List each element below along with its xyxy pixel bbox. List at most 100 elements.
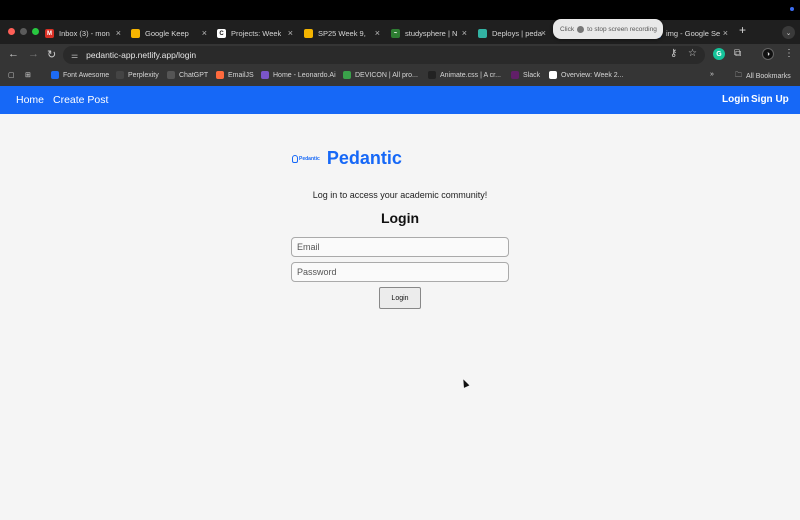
os-menu-bar xyxy=(0,0,800,20)
codepath-icon: C xyxy=(217,29,226,38)
logo-mini-text: Pedantic xyxy=(299,155,320,162)
close-tab-icon[interactable]: × xyxy=(116,28,121,38)
app-navbar: Home Create Post Login Sign Up xyxy=(0,86,800,114)
tab-label: Projects: Week xyxy=(231,29,282,38)
bookmark-label: DEVICON | All pro... xyxy=(355,71,418,79)
apps-grid-icon[interactable]: ⊞ xyxy=(25,71,31,79)
browser-tab[interactable]: Gimg - Google Se× xyxy=(652,23,730,44)
more-bookmarks-icon[interactable]: » xyxy=(710,71,714,78)
tab-label: Deploys | peda xyxy=(492,29,542,38)
status-dot xyxy=(790,7,794,11)
browser-tab[interactable]: Google Keep × xyxy=(131,23,209,44)
bookmark-label: Slack xyxy=(523,71,541,79)
browser-tab[interactable]: Deploys | peda × xyxy=(478,23,548,44)
recording-tip-text: Click xyxy=(560,25,575,33)
maximize-window-button[interactable] xyxy=(32,28,39,35)
password-field[interactable] xyxy=(291,262,509,282)
bookmark-item[interactable]: Animate.css | A cr... xyxy=(428,71,501,79)
login-heading: Login xyxy=(380,210,420,226)
bookmark-item[interactable]: Home - Leonardo.Ai xyxy=(261,71,336,79)
all-bookmarks-label: All Bookmarks xyxy=(746,73,791,80)
perplexity-icon xyxy=(116,71,124,79)
recording-tip-rest: to stop screen recording xyxy=(587,25,657,33)
extensions-puzzle-icon[interactable]: ⧉ xyxy=(734,48,741,59)
bookmark-item[interactable]: Overview: Week 2... xyxy=(549,71,624,79)
profile-avatar[interactable]: ◑ xyxy=(762,48,774,60)
animate-icon xyxy=(428,71,436,79)
close-tab-icon[interactable]: × xyxy=(541,28,546,38)
bookmark-label: EmailJS xyxy=(228,71,254,79)
page-content xyxy=(0,114,800,520)
reload-button[interactable]: ↻ xyxy=(47,48,56,61)
email-field[interactable] xyxy=(291,237,509,257)
tab-label: SP25 Week 9, xyxy=(318,29,366,38)
lightbulb-icon xyxy=(292,154,298,163)
tab-strip: M Inbox (3) - mon × Google Keep × C Projects: … xyxy=(0,20,800,44)
tab-search-button[interactable]: ⌄ xyxy=(782,26,795,39)
all-bookmarks-folder[interactable]: 🗀 All Bookmarks xyxy=(735,71,791,82)
minimize-window-button[interactable] xyxy=(20,28,27,35)
devicon-icon xyxy=(343,71,351,79)
slides-icon xyxy=(304,29,313,38)
browser-menu-icon[interactable]: ⋮ xyxy=(784,48,794,59)
browser-tab[interactable]: SP25 Week 9, × xyxy=(304,23,382,44)
browser-tab[interactable]: C Projects: Week × xyxy=(217,23,295,44)
site-info-icon[interactable]: ⚌ xyxy=(71,51,78,60)
bookmark-item[interactable]: Perplexity xyxy=(116,71,159,79)
bookmark-label: Home - Leonardo.Ai xyxy=(273,71,336,79)
bookmark-item[interactable]: Slack xyxy=(511,71,540,79)
leonardo-icon xyxy=(261,71,269,79)
password-key-icon[interactable]: ⚷ xyxy=(670,48,677,59)
bookmark-label: Font Awesome xyxy=(63,71,110,79)
close-tab-icon[interactable]: × xyxy=(375,28,380,38)
stop-recording-icon xyxy=(577,25,585,33)
browser-tab[interactable]: ~ studysphere | N × xyxy=(391,23,469,44)
close-tab-icon[interactable]: × xyxy=(462,28,467,38)
bookmark-item[interactable]: DEVICON | All pro... xyxy=(343,71,418,79)
grammarly-extension-icon[interactable]: G xyxy=(713,48,725,60)
address-bar[interactable]: ⚌ pedantic-app.netlify.app/login xyxy=(63,46,705,64)
keep-icon xyxy=(131,29,140,38)
tab-label: img - Google Se xyxy=(666,29,721,38)
browser-tab[interactable]: M Inbox (3) - mon × xyxy=(45,23,123,44)
address-row: ← → ↻ ⚌ pedantic-app.netlify.app/login ⚷… xyxy=(0,44,800,66)
brand-name: Pedantic xyxy=(326,148,402,168)
pedantic-logo: Pedantic xyxy=(292,154,320,163)
bookmark-label: ChatGPT xyxy=(179,71,209,79)
folder-icon: 🗀 xyxy=(735,72,742,79)
bookmark-item[interactable]: ChatGPT xyxy=(167,71,208,79)
nav-signup-link[interactable]: Sign Up xyxy=(751,94,789,105)
close-tab-icon[interactable]: × xyxy=(288,28,293,38)
tab-label: Inbox (3) - mon xyxy=(59,29,110,38)
login-subtitle: Log in to access your academic community… xyxy=(312,190,488,200)
bookmark-star-icon[interactable]: ☆ xyxy=(688,48,697,59)
tab-label: studysphere | N xyxy=(405,29,458,38)
leaf-icon: ~ xyxy=(391,29,400,38)
gmail-icon: M xyxy=(45,29,54,38)
nav-create-post-link[interactable]: Create Post xyxy=(53,94,108,106)
close-tab-icon[interactable]: × xyxy=(202,28,207,38)
emailjs-icon xyxy=(216,71,224,79)
slack-icon xyxy=(511,71,519,79)
new-tab-button[interactable]: + xyxy=(739,23,746,37)
nav-login-link[interactable]: Login xyxy=(722,94,749,105)
bookmarks-bar: ▢ ⊞ Font Awesome Perplexity ChatGPT EmailJS… xyxy=(0,66,800,86)
close-tab-icon[interactable]: × xyxy=(723,28,728,38)
screen-recording-tooltip[interactable]: Click to stop screen recording xyxy=(553,19,663,39)
bookmark-label: Animate.css | A cr... xyxy=(440,71,501,79)
bookmark-label: Perplexity xyxy=(128,71,159,79)
forward-button[interactable]: → xyxy=(28,48,39,60)
close-window-button[interactable] xyxy=(8,28,15,35)
back-button[interactable]: ← xyxy=(8,48,19,60)
tab-label: Google Keep xyxy=(145,29,189,38)
chatgpt-icon xyxy=(167,71,175,79)
flag-icon xyxy=(51,71,59,79)
login-button[interactable]: Login xyxy=(379,287,421,309)
bookmark-item[interactable]: Font Awesome xyxy=(51,71,109,79)
bookmark-item[interactable]: EmailJS xyxy=(216,71,254,79)
url-text: pedantic-app.netlify.app/login xyxy=(86,50,197,60)
netlify-icon xyxy=(478,29,487,38)
sidebar-toggle-icon[interactable]: ▢ xyxy=(8,71,15,79)
nav-home-link[interactable]: Home xyxy=(16,94,44,106)
brand-header: Pedantic Pedantic xyxy=(292,148,402,169)
